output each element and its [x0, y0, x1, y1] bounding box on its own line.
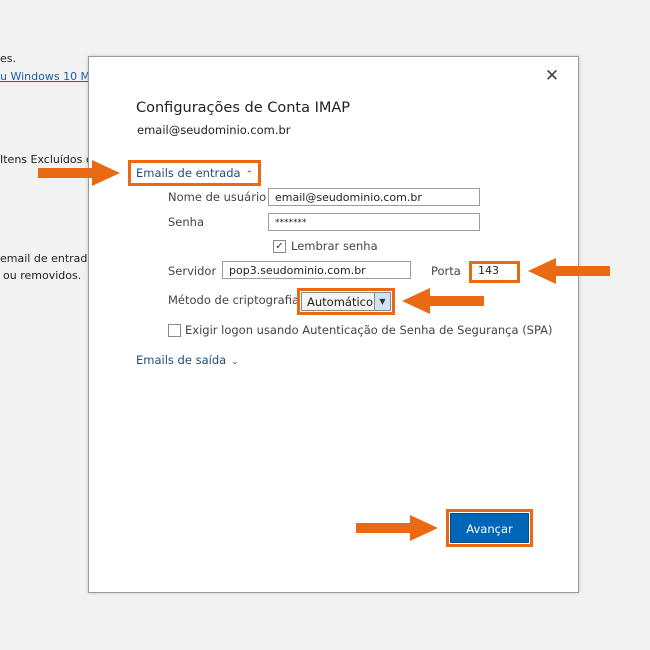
- incoming-mail-label: Emails de entrada: [136, 166, 241, 180]
- spa-label: Exigir logon usando Autenticação de Senh…: [185, 323, 553, 337]
- arrow-left-icon: [402, 288, 484, 314]
- username-label: Nome de usuário: [168, 190, 267, 204]
- server-field[interactable]: pop3.seudominio.com.br: [222, 261, 411, 279]
- password-label: Senha: [168, 215, 204, 229]
- outgoing-mail-label: Emails de saída: [136, 353, 227, 367]
- remember-password-checkbox[interactable]: ✓: [273, 240, 286, 253]
- arrow-left-icon: [528, 258, 610, 284]
- spa-checkbox[interactable]: [168, 324, 181, 337]
- arrow-right-icon: [356, 515, 438, 541]
- dialog-title: Configurações de Conta IMAP: [136, 100, 351, 116]
- incoming-mail-toggle[interactable]: Emails de entrada ⌃: [128, 160, 262, 186]
- next-button[interactable]: Avançar: [450, 513, 529, 543]
- outgoing-mail-toggle[interactable]: Emails de saída ⌄: [136, 353, 239, 367]
- account-email: email@seudominio.com.br: [137, 123, 291, 137]
- chevron-up-icon: ⌃: [245, 170, 254, 180]
- background-text: email de entrada: [0, 252, 95, 265]
- chevron-down-icon[interactable]: ▼: [374, 293, 390, 310]
- remember-password-label: Lembrar senha: [291, 239, 378, 253]
- server-label: Servidor: [168, 264, 217, 278]
- encryption-label: Método de criptografia: [168, 293, 300, 307]
- encryption-value: Automático: [307, 295, 374, 309]
- close-icon[interactable]: ✕: [542, 66, 562, 86]
- chevron-down-icon: ⌄: [231, 357, 239, 367]
- port-field[interactable]: 143: [469, 261, 520, 283]
- encryption-select[interactable]: Automático ▼: [301, 292, 391, 311]
- background-link[interactable]: u Windows 10 M: [0, 70, 90, 83]
- arrow-right-icon: [38, 160, 120, 186]
- port-label: Porta: [431, 264, 461, 278]
- username-field[interactable]: email@seudominio.com.br: [268, 188, 480, 206]
- background-text: ou removidos.: [3, 269, 82, 282]
- background-text: es.: [0, 52, 16, 65]
- password-field[interactable]: *******: [268, 213, 480, 231]
